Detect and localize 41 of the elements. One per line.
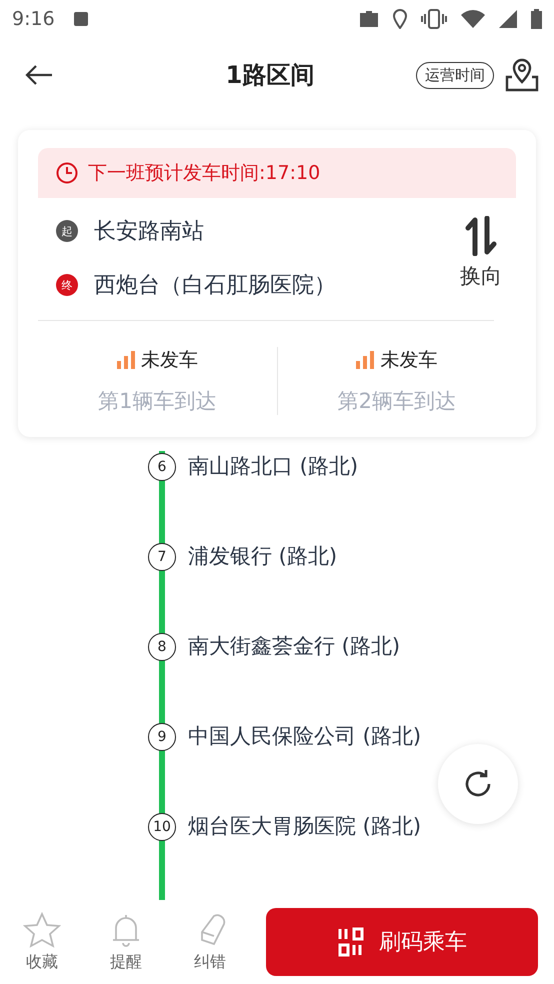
toolbar-action[interactable]: 收藏: [20, 912, 64, 972]
wifi-icon: [461, 10, 485, 28]
stop-name[interactable]: 南山路北口 (路北): [188, 452, 358, 480]
stop-name[interactable]: 烟台医大胃肠医院 (路北): [188, 812, 422, 840]
signal-icon: [499, 10, 517, 28]
swap-arrows-icon: [465, 216, 497, 256]
start-badge: 起: [56, 220, 78, 242]
stop-name[interactable]: 南大街鑫荟金行 (路北): [188, 632, 400, 660]
stop-name[interactable]: 中国人民保险公司 (路北): [188, 722, 422, 750]
stop-number: 9: [148, 723, 176, 751]
vibrate-icon: [421, 9, 447, 29]
battery-icon: [531, 9, 542, 29]
clock-icon: [56, 162, 78, 184]
start-stop: 长安路南站: [94, 218, 204, 246]
toolbar-action[interactable]: 纠错: [188, 912, 232, 972]
back-button[interactable]: [24, 64, 54, 86]
toolbar-action[interactable]: 提醒: [104, 912, 148, 972]
qr-code-icon: [337, 927, 365, 957]
stop-number: 10: [148, 813, 176, 841]
stop-number: 7: [148, 543, 176, 571]
bus-status: 未发车: [380, 348, 438, 373]
map-pin-button[interactable]: [504, 57, 540, 93]
briefcase-icon: [359, 10, 379, 28]
location-icon: [393, 9, 407, 29]
notice-text: 下一班预计发车时间:17:10: [88, 161, 320, 186]
bus-status: 未发车: [140, 348, 198, 373]
signal-bars-icon: [116, 351, 135, 369]
hours-button[interactable]: 运营时间: [416, 62, 494, 88]
stop-name[interactable]: 浦发银行 (路北): [188, 542, 338, 570]
end-stop: 西炮台（白石肛肠医院）: [94, 272, 336, 300]
bus-arrival-label: 第2辆车到达: [338, 388, 456, 415]
switch-direction-button[interactable]: 换向: [460, 216, 502, 300]
bus-arrival-label: 第1辆车到达: [98, 388, 216, 415]
stop-number: 6: [148, 453, 176, 481]
end-badge: 终: [56, 274, 78, 296]
status-time: 9:16: [12, 8, 55, 30]
star-icon: [23, 912, 61, 948]
scan-code-button[interactable]: 刷码乘车: [266, 908, 538, 976]
stop-number: 8: [148, 633, 176, 661]
page-title: 1路区间: [224, 60, 316, 91]
signal-bars-icon: [356, 351, 374, 369]
